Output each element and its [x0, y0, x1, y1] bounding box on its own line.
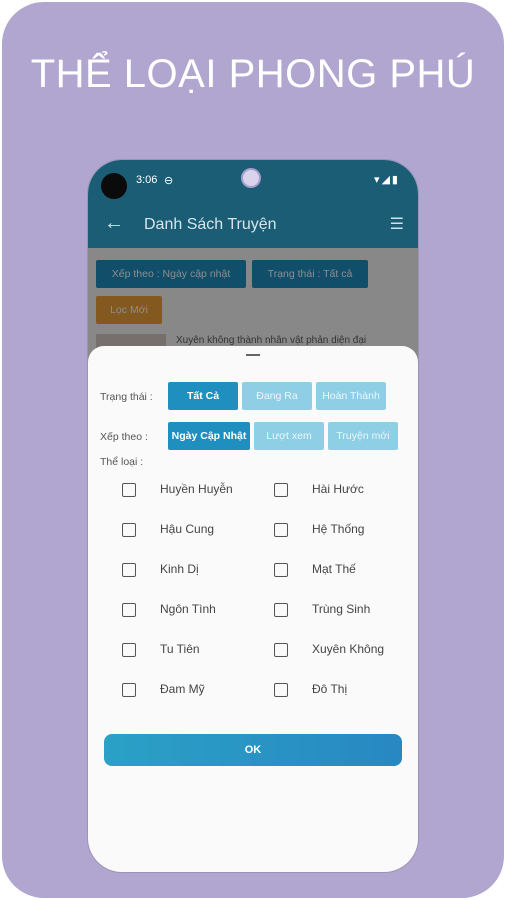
sheet-handle[interactable]	[246, 354, 260, 356]
genre-label-text: Đam Mỹ	[160, 682, 205, 696]
status-label: Trạng thái :	[100, 391, 153, 403]
checkbox[interactable]	[122, 603, 136, 617]
story-preview-title: Xuyên không thành nhân vật phản diện đại	[176, 335, 367, 346]
sync-icon: ⊖	[164, 175, 174, 187]
camera-cutout	[101, 173, 127, 199]
checkbox[interactable]	[122, 563, 136, 577]
status-time: 3:06	[136, 174, 158, 186]
filter-sheet: Trạng thái : Tất Cả Đang Ra Hoàn Thành X…	[88, 346, 418, 872]
genre-label-text: Mạt Thế	[312, 562, 356, 576]
genre-label-text: Hậu Cung	[160, 522, 215, 536]
genre-label-text: Tu Tiên	[160, 642, 200, 656]
checkbox[interactable]	[122, 483, 136, 497]
checkbox[interactable]	[274, 563, 288, 577]
status-option-all[interactable]: Tất Cả	[168, 382, 238, 410]
promo-headline: THỂ LOẠI PHONG PHÚ	[30, 52, 476, 96]
genre-label-text: Huyền Huyễn	[160, 482, 233, 496]
checkbox[interactable]	[274, 603, 288, 617]
front-camera-icon	[241, 168, 261, 188]
signal-battery-icons: ▾◢▮	[373, 174, 400, 186]
genre-label-text: Xuyên Không	[312, 642, 385, 656]
genre-label-text: Đô Thị	[312, 682, 348, 696]
checkbox[interactable]	[274, 523, 288, 537]
app-bar: ← Danh Sách Truyện ☰	[88, 202, 418, 248]
genre-label-text: Hệ Thống	[312, 522, 365, 536]
checkbox[interactable]	[122, 683, 136, 697]
status-bar: 3:06 ⊖ ▾◢▮	[88, 160, 418, 202]
phone-frame: 3:06 ⊖ ▾◢▮ ← Danh Sách Truyện ☰ Xếp theo…	[88, 160, 418, 872]
checkbox[interactable]	[122, 643, 136, 657]
status-option-completed[interactable]: Hoàn Thành	[316, 382, 386, 410]
sort-option-updated[interactable]: Ngày Cập Nhật	[168, 422, 250, 450]
sort-option-views[interactable]: Lượt xem	[254, 422, 324, 450]
ok-button[interactable]: OK	[104, 734, 402, 766]
genre-label: Thể loại :	[100, 456, 144, 468]
checkbox[interactable]	[274, 683, 288, 697]
status-option-ongoing[interactable]: Đang Ra	[242, 382, 312, 410]
checkbox[interactable]	[274, 643, 288, 657]
genre-label-text: Trùng Sinh	[312, 602, 371, 616]
back-arrow-icon[interactable]: ←	[104, 212, 124, 235]
list-view-icon[interactable]: ☰	[390, 214, 404, 234]
app-title: Danh Sách Truyện	[144, 216, 277, 233]
checkbox[interactable]	[274, 483, 288, 497]
sort-label: Xếp theo :	[100, 431, 148, 443]
sort-option-new[interactable]: Truyện mới	[328, 422, 398, 450]
genre-label-text: Kinh Dị	[160, 562, 199, 576]
genre-label-text: Hài Hước	[312, 482, 364, 496]
checkbox[interactable]	[122, 523, 136, 537]
genre-label-text: Ngôn Tình	[160, 602, 216, 616]
